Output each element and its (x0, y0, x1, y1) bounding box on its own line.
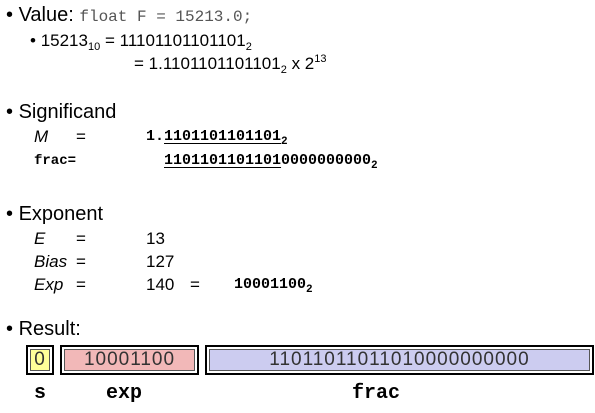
value-line: • Value: float F = 15213.0; (6, 4, 252, 27)
exp-field-outline: 10001100 (60, 345, 199, 375)
frac-value: 110110110110100000000002 (164, 152, 378, 172)
exp-equals: = (76, 275, 86, 294)
significand-heading: • Significand (6, 101, 116, 124)
exp-field: 10001100 (64, 349, 195, 371)
binary-base: 2 (245, 41, 252, 53)
conversion-line: • 1521310 = 111011011011012 (30, 31, 252, 53)
result-heading: • Result: (6, 318, 81, 341)
m-base: 2 (281, 136, 288, 148)
frac-bits: 1101101101101 (164, 152, 282, 169)
bullet: • (6, 203, 14, 225)
m-frac: 1101101101101 (164, 128, 282, 145)
normalized-value: 1.1101101101101 (148, 54, 281, 73)
bullet: • (6, 101, 14, 123)
sign-label: s (34, 382, 47, 405)
frac-label: frac= (34, 153, 77, 169)
frac-base: 2 (371, 160, 378, 172)
frac-field-outline: 11011011011010000000000 (205, 345, 594, 375)
frac-field-label: frac (352, 382, 401, 405)
times-two: x 2 (291, 54, 315, 73)
normalized-line: = 1.11011011011012 x 213 (134, 53, 327, 76)
value-code: float F = 15213.0; (79, 8, 253, 26)
sign-field-outline: 0 (26, 345, 54, 375)
value-label: Value: (18, 4, 74, 26)
bias-label: Bias (34, 252, 68, 271)
e-label: E (34, 229, 46, 248)
bias-equals: = (76, 252, 86, 271)
m-value: 1.11011011011012 (146, 128, 288, 148)
result-title: Result: (18, 318, 81, 340)
e-value: 13 (146, 229, 165, 248)
equals: = (104, 31, 115, 50)
power-exponent: 13 (314, 53, 327, 65)
decimal-value: 15213 (40, 31, 88, 50)
significand-title: Significand (18, 101, 117, 123)
normalized-base: 2 (280, 64, 287, 76)
exp-field-label: exp (106, 382, 143, 405)
exp-value: 140 (146, 275, 175, 294)
exp-binary-base: 2 (306, 284, 313, 296)
exp-label: Exp (34, 275, 64, 294)
exp-binary: 100011002 (234, 276, 313, 296)
bullet: • (6, 318, 14, 340)
exp-equals-2: = (190, 275, 200, 294)
m-equals: = (76, 127, 86, 146)
bias-value: 127 (146, 252, 175, 271)
m-int: 1. (146, 128, 165, 145)
equals: = (134, 54, 144, 73)
sign-field: 0 (30, 349, 50, 371)
e-equals: = (76, 229, 86, 248)
bullet: • (6, 4, 14, 26)
exponent-heading: • Exponent (6, 203, 103, 226)
frac-zeros: 0000000000 (281, 152, 372, 169)
m-label: M (34, 127, 49, 146)
decimal-base: 10 (87, 41, 101, 53)
exp-binary-bits: 10001100 (234, 276, 307, 293)
exponent-title: Exponent (18, 203, 104, 225)
binary-value: 11101101101101 (119, 31, 246, 50)
frac-field: 11011011011010000000000 (209, 349, 590, 371)
bullet: • (30, 31, 36, 50)
